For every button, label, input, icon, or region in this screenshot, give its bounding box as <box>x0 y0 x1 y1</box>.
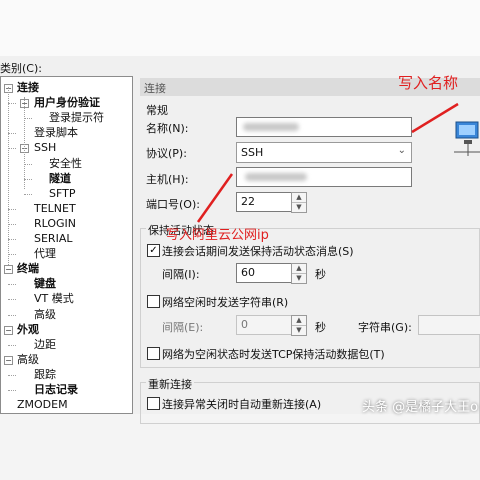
tree-connector <box>8 239 16 240</box>
spin-down-icon[interactable]: ▼ <box>292 326 306 335</box>
tree-connector <box>8 103 16 105</box>
tree-collapse-icon[interactable]: − <box>4 325 13 335</box>
host-label: 主机(H): <box>146 173 189 186</box>
tree-item[interactable]: 键盘 <box>34 277 56 290</box>
tree-item[interactable]: SFTP <box>49 187 75 200</box>
protocol-select[interactable]: SSH ⌄ <box>236 142 412 163</box>
interval2-value: 0 <box>241 318 248 331</box>
network-computers-icon <box>454 121 480 156</box>
tree-connector <box>24 118 32 120</box>
interval-label: 间隔(I): <box>162 268 200 281</box>
tree-connector <box>8 284 16 286</box>
idle-string-checkbox[interactable] <box>147 295 160 308</box>
tree-connector <box>8 254 16 256</box>
interval-value: 60 <box>241 266 255 279</box>
category-label: 类别(C): <box>0 62 42 75</box>
tree-item[interactable]: RLOGIN <box>34 217 76 230</box>
tree-item[interactable]: 高级 <box>34 308 56 321</box>
tree-connector <box>8 148 16 150</box>
port-input[interactable]: 22 <box>236 192 292 212</box>
interval2-input[interactable]: 0 <box>236 315 292 335</box>
interval2-label: 间隔(E): <box>162 321 204 334</box>
host-input[interactable] <box>236 167 412 187</box>
reconnect-group-title: 重新连接 <box>146 376 194 392</box>
tree-item[interactable]: 隧道 <box>49 172 71 185</box>
tree-item[interactable]: 代理 <box>34 247 56 260</box>
tree-connector <box>8 223 16 225</box>
chevron-down-icon: ⌄ <box>397 145 406 156</box>
string-input[interactable] <box>418 315 480 335</box>
port-spinner[interactable]: ▲ ▼ <box>291 192 307 213</box>
keepalive-checkbox[interactable]: ✓ <box>147 244 160 257</box>
tree-connector <box>8 208 16 210</box>
tree-connector <box>8 390 16 391</box>
string-label: 字符串(G): <box>358 321 412 334</box>
annotation-write-ip: 写入阿里云公网ip <box>166 228 269 243</box>
tree-item[interactable]: VT 模式 <box>34 292 74 305</box>
name-label: 名称(N): <box>146 122 189 135</box>
tree-item[interactable]: 边距 <box>34 338 56 351</box>
tree-connector <box>8 344 16 346</box>
tree-item[interactable]: 登录脚本 <box>34 126 78 139</box>
background-top <box>0 0 480 56</box>
name-redacted <box>243 123 299 131</box>
tree-connector <box>8 133 16 135</box>
tree-connector <box>8 314 16 316</box>
tree-item[interactable]: 安全性 <box>49 157 82 170</box>
tree-item[interactable]: SSH <box>34 141 56 154</box>
interval2-unit: 秒 <box>315 321 326 334</box>
interval-unit: 秒 <box>315 268 326 281</box>
tree-connector <box>8 299 16 301</box>
tree-item[interactable]: 高级 <box>17 353 39 366</box>
auto-reconnect-checkbox[interactable] <box>147 397 160 410</box>
idle-string-checkbox-label: 网络空闲时发送字符串(R) <box>162 296 289 309</box>
tree-item[interactable]: TELNET <box>34 202 76 215</box>
tree-connector <box>24 178 32 180</box>
protocol-value: SSH <box>241 146 264 159</box>
interval-spinner[interactable]: ▲ ▼ <box>291 263 307 284</box>
spin-down-icon[interactable]: ▼ <box>292 203 306 212</box>
keepalive-checkbox-label: 连接会话期间发送保持活动状态消息(S) <box>162 245 354 258</box>
category-tree[interactable]: − 连接 − 用户身份验证登录提示符登录脚本 − SSH 安全性隧道 SFTP TELNET RL… <box>0 76 133 414</box>
tree-connector <box>8 374 16 376</box>
name-input[interactable] <box>236 117 412 137</box>
protocol-label: 协议(P): <box>146 147 187 160</box>
annotation-write-name: 写入名称 <box>398 74 459 92</box>
auto-reconnect-checkbox-label: 连接异常关闭时自动重新连接(A) <box>162 398 322 411</box>
tree-item[interactable]: 终端 <box>17 262 39 275</box>
tree-connector <box>24 163 32 165</box>
tree-item[interactable]: SERIAL <box>34 232 72 245</box>
tree-item[interactable]: 跟踪 <box>34 368 56 381</box>
port-label: 端口号(O): <box>146 198 200 211</box>
tree-item[interactable]: 登录提示符 <box>49 111 104 124</box>
general-group-title: 常规 <box>146 104 168 117</box>
tcp-keepalive-checkbox[interactable] <box>147 347 160 360</box>
spin-up-icon[interactable]: ▲ <box>292 316 306 326</box>
tcp-keepalive-checkbox-label: 网络为空闲状态时发送TCP保持活动数据包(T) <box>162 348 385 361</box>
interval2-spinner[interactable]: ▲ ▼ <box>291 315 307 336</box>
host-redacted <box>245 173 307 181</box>
tree-item[interactable]: 用户身份验证 <box>34 96 100 109</box>
panel-header-title: 连接 <box>144 82 166 95</box>
tree-guide-line <box>24 97 25 189</box>
tree-connector <box>24 193 32 195</box>
tree-item[interactable]: 外观 <box>17 323 39 336</box>
tree-collapse-icon[interactable]: − <box>4 355 13 365</box>
tree-item[interactable]: ZMODEM <box>17 398 68 411</box>
watermark: 头条 @是橘子大王o <box>362 400 479 415</box>
spin-up-icon[interactable]: ▲ <box>292 264 306 274</box>
spin-down-icon[interactable]: ▼ <box>292 274 306 283</box>
tree-item[interactable]: 连接 <box>17 81 39 94</box>
tree-collapse-icon[interactable]: − <box>4 265 13 275</box>
spin-up-icon[interactable]: ▲ <box>292 193 306 203</box>
port-value: 22 <box>241 195 255 208</box>
interval-input[interactable]: 60 <box>236 263 292 283</box>
tree-item[interactable]: 日志记录 <box>34 383 78 396</box>
tree-guide-line <box>8 87 9 265</box>
